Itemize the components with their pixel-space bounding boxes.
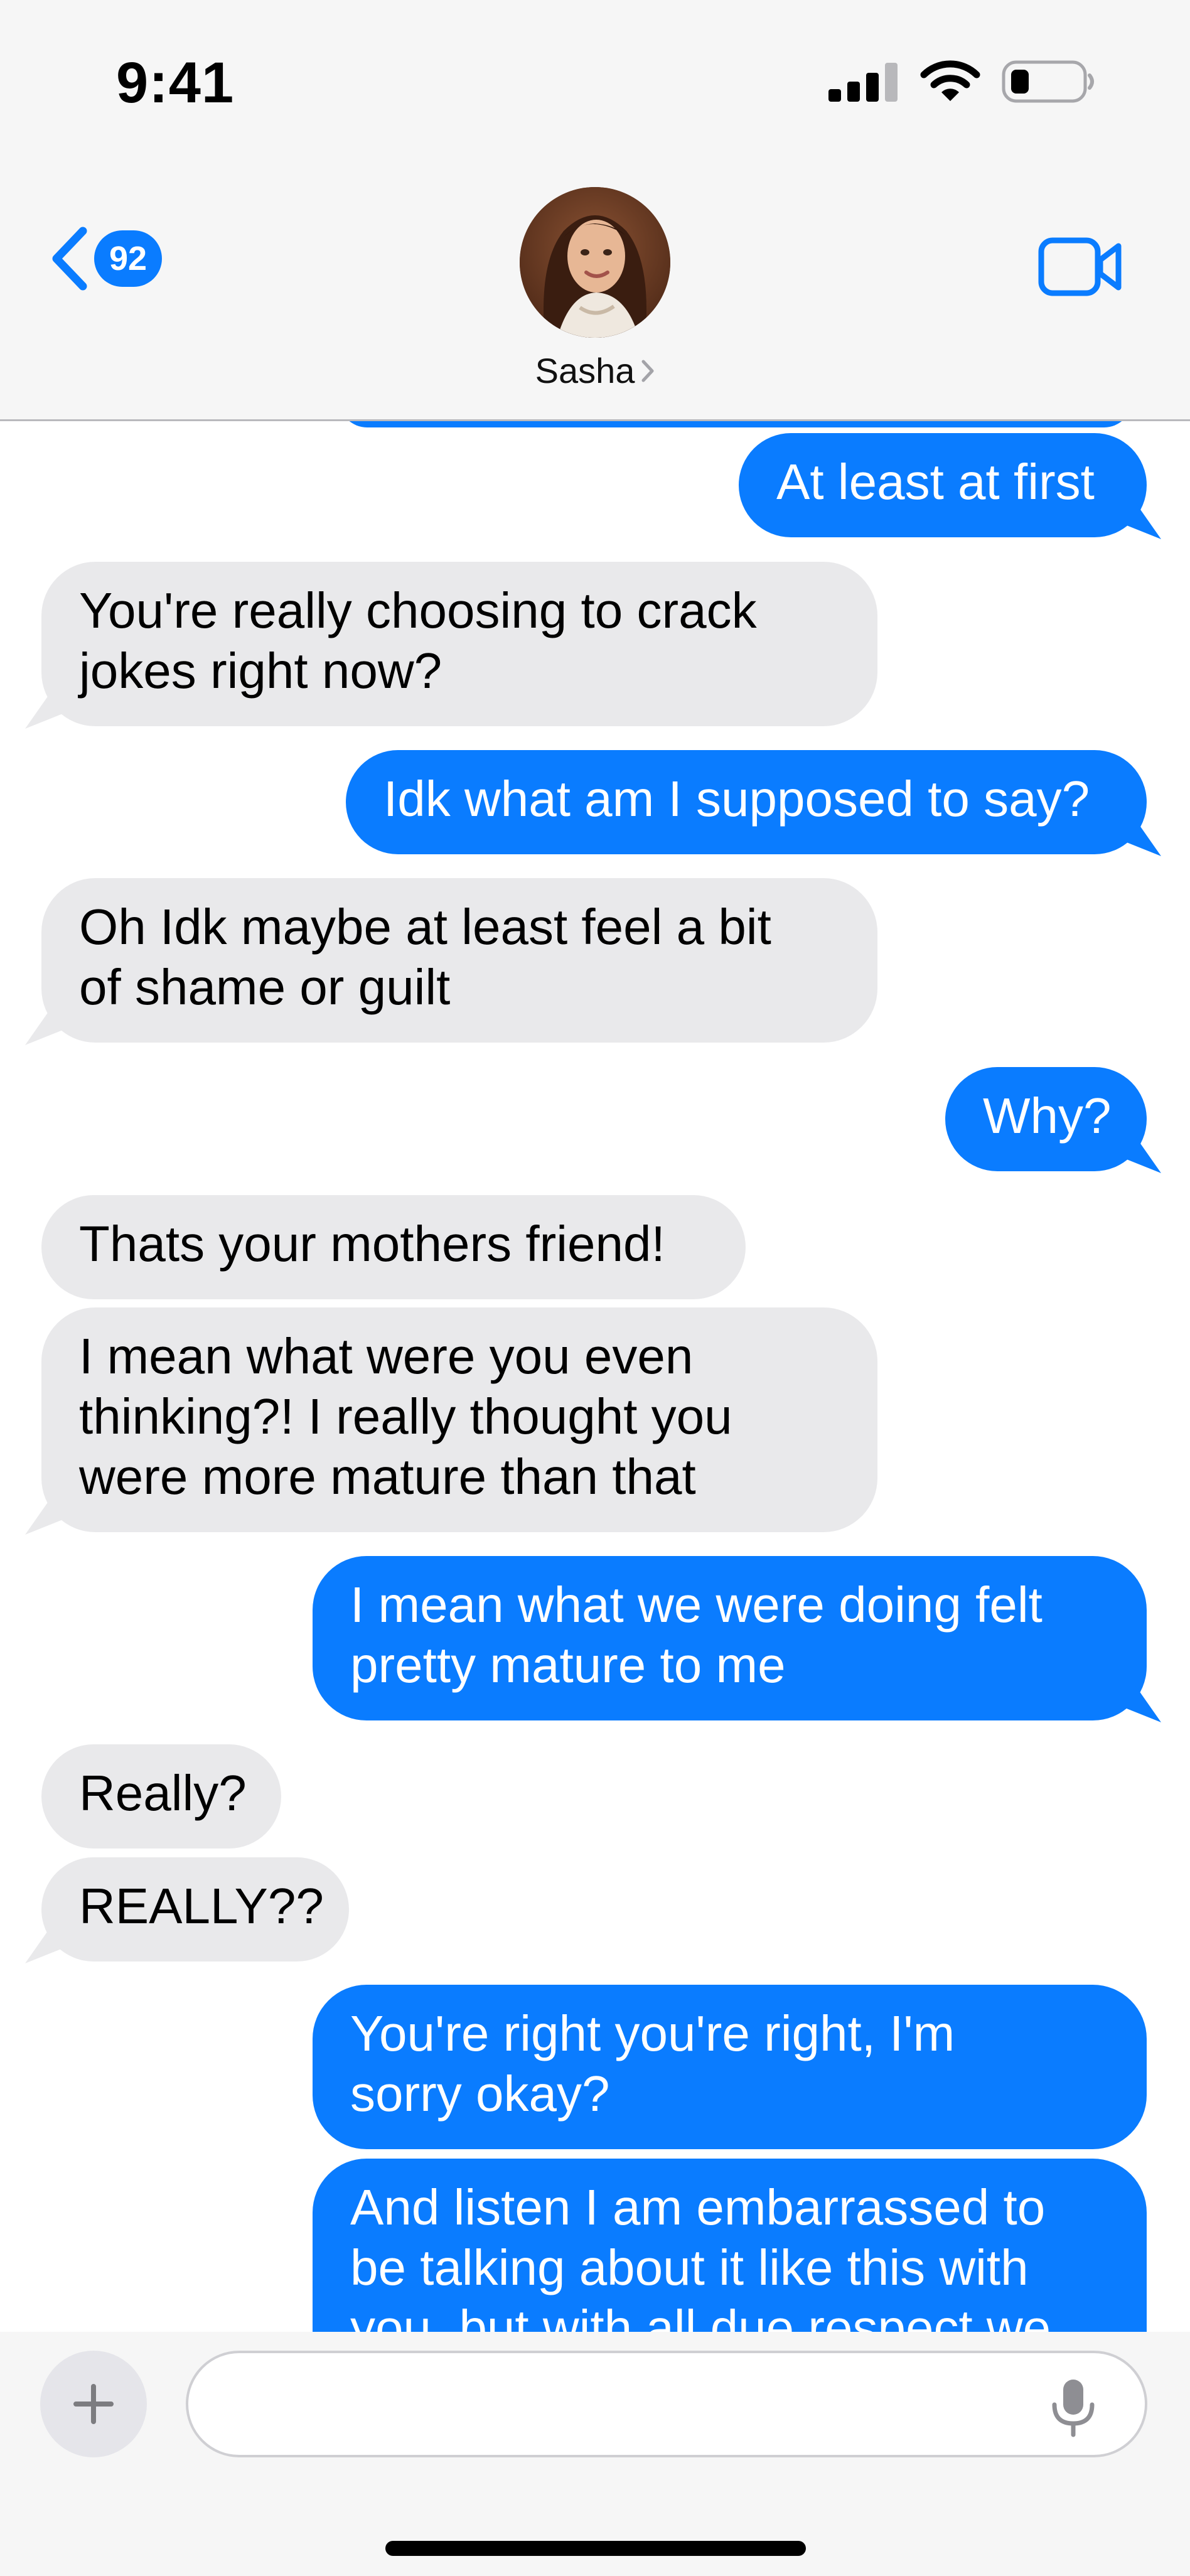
wifi-icon [920, 60, 980, 101]
message-bubble-received[interactable]: You're really choosing to crack jokes ri… [41, 562, 877, 726]
bubble-tail [1123, 502, 1161, 539]
message-bubble-sent[interactable]: You're right you're right, I'm sorry oka… [313, 1985, 1147, 2149]
status-time: 9:41 [116, 51, 235, 115]
chevron-left-icon [52, 227, 87, 291]
microphone-icon [1052, 2380, 1095, 2437]
message-bubble-sent[interactable]: Idk what am I supposed to say? [346, 750, 1147, 854]
conversation-header: 92 Sasha [0, 163, 1190, 421]
message-input[interactable] [186, 2351, 1147, 2457]
messages-app-screen: 9:41 92 Sasha At least at first You're r… [0, 0, 1190, 2576]
bubble-tail [25, 1007, 63, 1045]
composer-bar [0, 2332, 1190, 2576]
message-bubble-sent[interactable]: At least at first [739, 433, 1147, 537]
cellular-signal-icon [828, 63, 898, 102]
apps-plus-button[interactable] [40, 2351, 147, 2457]
avatar-photo [520, 187, 670, 338]
back-button[interactable]: 92 [49, 226, 162, 291]
dictation-button[interactable] [1049, 2377, 1097, 2440]
plus-icon [73, 2384, 114, 2424]
battery-icon [1002, 60, 1094, 103]
message-bubble-partial [339, 421, 1132, 427]
facetime-video-button[interactable] [1038, 237, 1122, 299]
bubble-tail [1123, 1685, 1161, 1722]
message-bubble-received[interactable]: Thats your mothers friend! [41, 1195, 746, 1299]
message-bubble-sent[interactable]: And listen I am embarrassed to be talkin… [313, 2159, 1147, 2332]
status-icons [828, 60, 1096, 104]
bubble-tail [1123, 1135, 1161, 1173]
avatar [520, 187, 670, 338]
bubble-tail [25, 1497, 63, 1535]
chevron-right-icon [641, 360, 654, 382]
contact-info-button[interactable]: Sasha [520, 187, 670, 391]
message-bubble-sent[interactable]: I mean what we were doing felt pretty ma… [313, 1556, 1147, 1720]
message-bubble-received[interactable]: Oh Idk maybe at least feel a bit of sham… [41, 878, 877, 1043]
status-bar: 9:41 [0, 0, 1190, 163]
contact-name: Sasha [535, 351, 635, 390]
message-bubble-received[interactable]: I mean what were you even thinking?! I r… [41, 1307, 877, 1532]
bubble-tail [25, 691, 63, 729]
message-bubble-received[interactable]: REALLY?? [41, 1857, 349, 1962]
home-indicator[interactable] [385, 2541, 806, 2556]
bubble-tail [1123, 818, 1161, 856]
bubble-tail [25, 1926, 63, 1963]
contact-name-row: Sasha [535, 350, 655, 391]
message-bubble-received[interactable]: Really? [41, 1744, 281, 1849]
video-camera-icon [1038, 237, 1122, 296]
unread-count-badge: 92 [94, 230, 162, 287]
message-list[interactable]: At least at first You're really choosing… [0, 421, 1190, 2332]
message-bubble-sent[interactable]: Why? [945, 1067, 1147, 1171]
